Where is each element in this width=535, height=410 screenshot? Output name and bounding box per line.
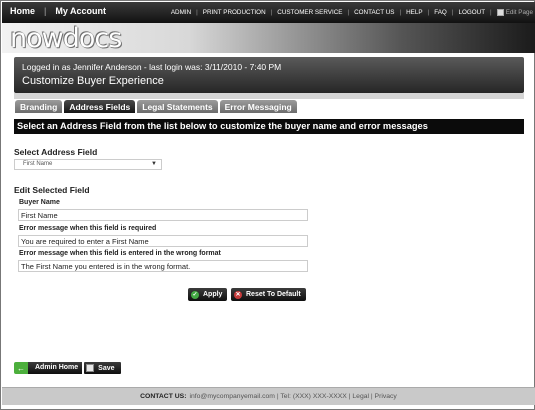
nav-link-help[interactable]: HELP [406, 9, 422, 16]
select-field-heading: Select Address Field [14, 147, 98, 157]
apply-label: Apply [203, 291, 223, 298]
tab-branding[interactable]: Branding [15, 100, 63, 113]
edit-field-heading: Edit Selected Field [14, 185, 90, 195]
instruction-banner: Select an Address Field from the list be… [14, 119, 524, 134]
footer-contact-label: CONTACT US: [140, 393, 187, 400]
home-link[interactable]: Home [10, 6, 35, 16]
footer: CONTACT US: info@mycompanyemail.com | Te… [2, 387, 535, 405]
my-account-link[interactable]: My Account [55, 6, 106, 16]
login-status: Logged in as Jennifer Anderson - last lo… [22, 62, 282, 72]
top-nav: Home | My Account ADMIN | PRINT PRODUCTIO… [2, 2, 535, 23]
reset-label: Reset To Default [246, 291, 301, 298]
page-title: Customize Buyer Experience [22, 75, 164, 87]
edit-page-label: Edit Page [505, 9, 533, 16]
save-label: Save [98, 364, 115, 372]
footer-contact-text[interactable]: info@mycompanyemail.com | Tel: (XXX) XXX… [189, 393, 396, 400]
nav-link-faq[interactable]: FAQ [434, 9, 447, 16]
admin-home-button[interactable]: ← Admin Home [14, 362, 83, 374]
nav-separator: | [44, 6, 47, 16]
format-error-input[interactable]: The First Name you entered is in the wro… [18, 260, 308, 272]
select-value: First Name [23, 161, 53, 167]
save-button[interactable]: Save [84, 362, 121, 374]
nav-link-logout[interactable]: LOGOUT [458, 9, 485, 16]
nav-link-contact-us[interactable]: CONTACT US [354, 9, 394, 16]
required-error-label: Error message when this field is require… [19, 225, 157, 232]
close-icon: ✕ [234, 290, 242, 299]
edit-page-icon [496, 9, 504, 16]
format-error-label: Error message when this field is entered… [19, 250, 221, 257]
apply-button[interactable]: ✓ Apply [188, 288, 228, 301]
buyer-name-input[interactable]: First Name [18, 209, 308, 221]
nav-link-admin[interactable]: ADMIN [171, 9, 191, 16]
address-field-select[interactable]: First Name ▼ [14, 159, 162, 170]
buyer-name-label: Buyer Name [19, 199, 60, 206]
logo-band: nowdocs [2, 23, 535, 54]
admin-home-label: Admin Home [28, 362, 83, 374]
save-disk-icon [86, 364, 95, 372]
required-error-input[interactable]: You are required to enter a First Name [18, 235, 308, 247]
tab-address-fields[interactable]: Address Fields [64, 100, 136, 113]
tab-error-messaging[interactable]: Error Messaging [219, 100, 297, 113]
check-icon: ✓ [191, 290, 199, 299]
chevron-down-icon: ▼ [151, 161, 157, 167]
arrow-left-icon: ← [14, 362, 28, 374]
nav-link-customer-service[interactable]: CUSTOMER SERVICE [277, 9, 342, 16]
app-frame: Home | My Account ADMIN | PRINT PRODUCTIO… [0, 0, 535, 410]
reset-default-button[interactable]: ✕ Reset To Default [231, 288, 306, 301]
nav-link-print-production[interactable]: PRINT PRODUCTION [203, 9, 266, 16]
panel-divider [14, 93, 524, 99]
tab-bar: Branding Address Fields Legal Statements… [15, 100, 299, 113]
welcome-panel: Logged in as Jennifer Anderson - last lo… [14, 57, 524, 93]
edit-page-link[interactable]: Edit Page [496, 9, 533, 16]
nowdocs-logo: nowdocs [10, 23, 122, 54]
bottom-actions: ← Admin Home Save [14, 362, 121, 374]
tab-legal-statements[interactable]: Legal Statements [137, 100, 218, 113]
